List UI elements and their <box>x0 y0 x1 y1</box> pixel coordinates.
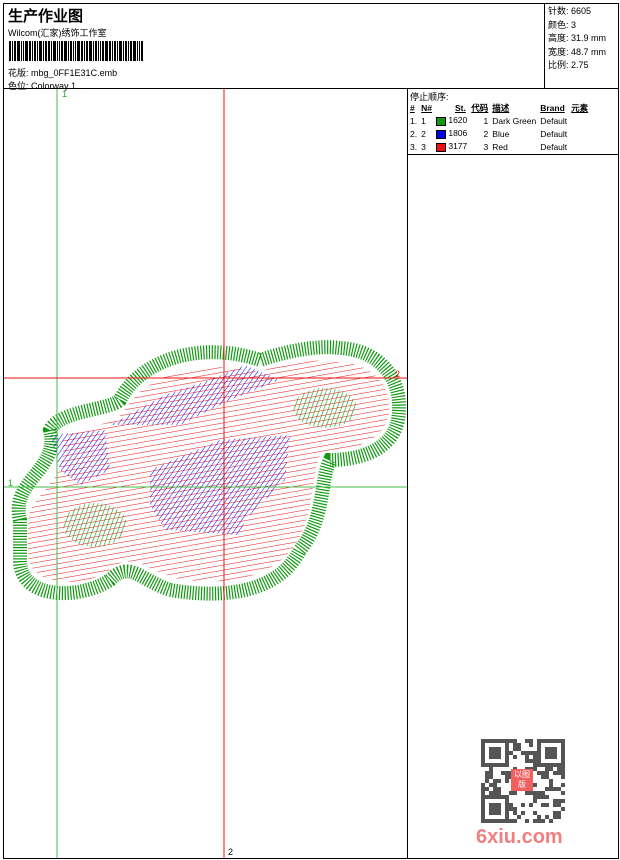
stamp: 以图版 <box>511 769 533 791</box>
marker-bottom: 2 <box>228 847 234 857</box>
stop-sequence-table: # N# St. 代码 描述 Brand 元素 1. 1 1620 1 Dark Green Def… <box>409 101 591 153</box>
marker-left: 1 <box>8 478 14 488</box>
color-swatch <box>435 129 446 139</box>
marker-right: 2 <box>395 369 401 379</box>
design-info: 针数: 6605 颜色: 3 高度: 31.9 mm 宽度: 48.7 mm 比… <box>544 3 619 89</box>
watermark: 6xiu.com <box>476 826 563 848</box>
table-row: 3. 3 3177 3 Red Default <box>410 141 568 152</box>
qr-code: 以图版 <box>481 739 565 823</box>
header: 生产作业图 Wilcom(汇家)绣饰工作室 花版: mbg_0FF1E31C.e… <box>3 3 619 91</box>
file-name: mbg_0FF1E31C.emb <box>31 68 118 78</box>
color-swatch <box>435 116 446 126</box>
design-canvas: 1 2 2 1 <box>4 89 408 858</box>
table-row: 1. 1 1620 1 Dark Green Default <box>410 115 568 126</box>
marker-top: 1 <box>62 89 68 99</box>
color-count: 颜色: 3 <box>548 19 577 30</box>
file-label: 花版: <box>8 68 29 78</box>
table-header: # N# St. 代码 描述 Brand 元素 <box>410 102 589 113</box>
stop-sequence-panel: 停止顺序: # N# St. 代码 描述 Brand 元素 1. 1 1620 1 Dark Gr… <box>408 89 619 155</box>
design-height: 高度: 31.9 mm <box>548 33 607 43</box>
page-title: 生产作业图 <box>8 8 84 25</box>
stitch-count: 针数: 6605 <box>548 6 592 16</box>
color-swatch <box>435 142 446 152</box>
embroidery-preview <box>4 89 407 858</box>
table-row: 2. 2 1806 2 Blue Default <box>410 128 568 139</box>
company-name: Wilcom(汇家)绣饰工作室 <box>8 28 107 38</box>
design-width: 宽度: 48.7 mm <box>548 46 607 57</box>
barcode <box>9 41 143 61</box>
design-file: 花版: mbg_0FF1E31C.emb <box>8 66 117 79</box>
design-scale: 比例: 2.75 <box>548 60 589 70</box>
